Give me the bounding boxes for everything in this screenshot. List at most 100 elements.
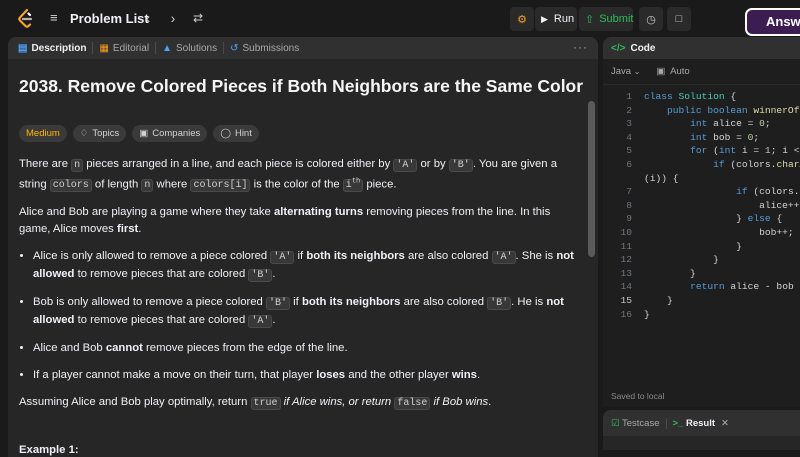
code-text: public boolean winnerOfGa [632, 104, 800, 118]
auto-mode-toggle[interactable]: ▣ Auto [656, 66, 689, 77]
tab-testcase-label: Testcase [622, 417, 660, 429]
debug-button[interactable]: ⚙ [510, 7, 534, 31]
code-line[interactable]: 16} [603, 308, 800, 322]
tab-submissions[interactable]: ↺ Submissions [224, 37, 305, 59]
code-line[interactable]: 7 if (colors.ch [603, 185, 800, 199]
hint-chip[interactable]: ◯ Hint [213, 125, 259, 142]
line-number: 5 [626, 145, 632, 157]
submit-label: Submit [599, 13, 634, 25]
text: If a player cannot make a move on their … [33, 369, 317, 382]
code-line[interactable]: 3 int alice = 0; [603, 117, 800, 131]
text: if [294, 250, 307, 263]
code-line[interactable]: 11 } [603, 240, 800, 254]
inline-code: 'A' [248, 315, 273, 329]
code-line[interactable]: 5 for (int i = 1; i < c [603, 144, 800, 158]
bold-text: both its neighbors [306, 250, 405, 263]
close-icon[interactable]: ✕ [721, 418, 729, 429]
checkbox-icon: ☑ [611, 417, 620, 429]
line-number: 1 [626, 91, 632, 102]
shuffle-icon[interactable]: ⇄ [189, 9, 207, 27]
code-token: if [713, 158, 731, 170]
code-text: } [632, 308, 650, 322]
code-line[interactable]: 1 class Solution { [603, 90, 800, 104]
code-line[interactable]: 8 alice++; [603, 199, 800, 213]
code-token: (colors. [730, 158, 777, 170]
code-text: } [632, 267, 696, 281]
line-number: 10 [620, 226, 632, 238]
inline-code: 'A' [491, 251, 516, 265]
code-text: } [632, 253, 719, 267]
code-line[interactable]: 14 return alice - bob > [603, 280, 800, 294]
timer-button[interactable]: ◷ [639, 7, 663, 31]
code-line[interactable]: 12 } [603, 253, 800, 267]
code-text: return alice - bob > [632, 280, 800, 294]
description-paragraph: Assuming Alice and Bob play optimally, r… [19, 394, 579, 412]
tab-testcase[interactable]: ☑ Testcase [611, 418, 660, 429]
description-paragraph: There are n pieces arranged in a line, a… [19, 156, 579, 194]
tab-result-label: Result [685, 417, 716, 429]
italic-text: if Alice wins, or return [280, 396, 395, 409]
bug-icon: ⚙ [517, 13, 527, 26]
companies-chip[interactable]: ▣ Companies [132, 125, 208, 142]
problem-title: 2038. Remove Colored Pieces if Both Neig… [19, 76, 584, 96]
text: are also colored [404, 250, 492, 263]
note-icon: □ [675, 13, 683, 25]
code-token: ; [753, 131, 760, 143]
saved-status: Saved to local [611, 391, 665, 401]
answer-button[interactable]: Answer [745, 8, 800, 36]
chevron-left-icon[interactable]: ‹ [139, 9, 157, 27]
tab-solutions[interactable]: ▲ Solutions [156, 37, 223, 59]
code-token: bob++; [644, 226, 794, 238]
line-number: 8 [626, 199, 632, 211]
code-text: bob++; [632, 226, 794, 240]
line-number: 2 [626, 104, 632, 116]
code-line[interactable]: 13 } [603, 267, 800, 281]
inline-code: colors[i] [190, 179, 251, 193]
problem-list-link[interactable]: Problem List [70, 11, 149, 26]
code-token: alice = [713, 118, 760, 130]
text: or by [417, 158, 449, 170]
problem-list-icon[interactable]: ≡ [50, 11, 64, 24]
tab-description[interactable]: ▤ Description [12, 37, 92, 59]
bold-text: wins [451, 369, 477, 382]
code-line[interactable]: 15 } [603, 294, 800, 308]
chevron-right-icon[interactable]: › [164, 9, 182, 27]
code-line[interactable]: 10 bob++; [603, 226, 800, 240]
tab-solutions-label: Solutions [175, 42, 218, 54]
language-select[interactable]: Java ⌄ [611, 66, 640, 77]
tab-result[interactable]: >_ Result [673, 418, 716, 429]
code-token: int [690, 131, 714, 143]
notes-button[interactable]: □ [667, 7, 691, 31]
submit-button[interactable]: ⇧ Submit [579, 7, 633, 31]
text: . [476, 369, 481, 382]
text: to remove pieces that are colored [74, 314, 249, 327]
language-label: Java [611, 66, 632, 77]
editor-toolbar: Java ⌄ ▣ Auto [603, 59, 800, 85]
code-panel: </> Code Java ⌄ ▣ Auto 1 class Solution {… [603, 37, 800, 407]
list-item: If a player cannot make a move on their … [33, 367, 579, 384]
code-text: if (colors.ch [632, 185, 800, 199]
code-token: for [690, 145, 714, 157]
code-line[interactable]: (i)) { [603, 172, 800, 186]
code-line[interactable]: 4 int bob = 0; [603, 131, 800, 145]
inline-code: 'B' [487, 297, 512, 311]
description-scrollbar[interactable] [588, 101, 595, 257]
code-token: Solution [678, 91, 731, 102]
text: Alice and Bob [33, 342, 106, 355]
run-button[interactable]: ▶ Run [535, 7, 577, 31]
code-text: int bob = 0; [632, 131, 759, 145]
code-token: public boolean [667, 104, 754, 116]
topics-chip[interactable]: ♢ Topics [72, 125, 127, 142]
leetcode-logo-icon[interactable] [16, 9, 34, 29]
code-line[interactable]: 6 if (colors.charAt [603, 158, 800, 172]
code-line[interactable]: 2 public boolean winnerOfGa [603, 104, 800, 118]
text: . She is [515, 250, 557, 263]
tab-editorial[interactable]: ▦ Editorial [93, 37, 155, 59]
text: . [138, 223, 142, 236]
console-panel: ☑ Testcase >_ Result ✕ [603, 410, 800, 450]
code-line[interactable]: 9 } else { [603, 212, 800, 226]
difficulty-badge[interactable]: Medium [19, 125, 67, 142]
code-editor[interactable]: 1 class Solution {2 public boolean winner… [603, 90, 800, 321]
more-options-icon[interactable]: ··· [573, 40, 588, 54]
